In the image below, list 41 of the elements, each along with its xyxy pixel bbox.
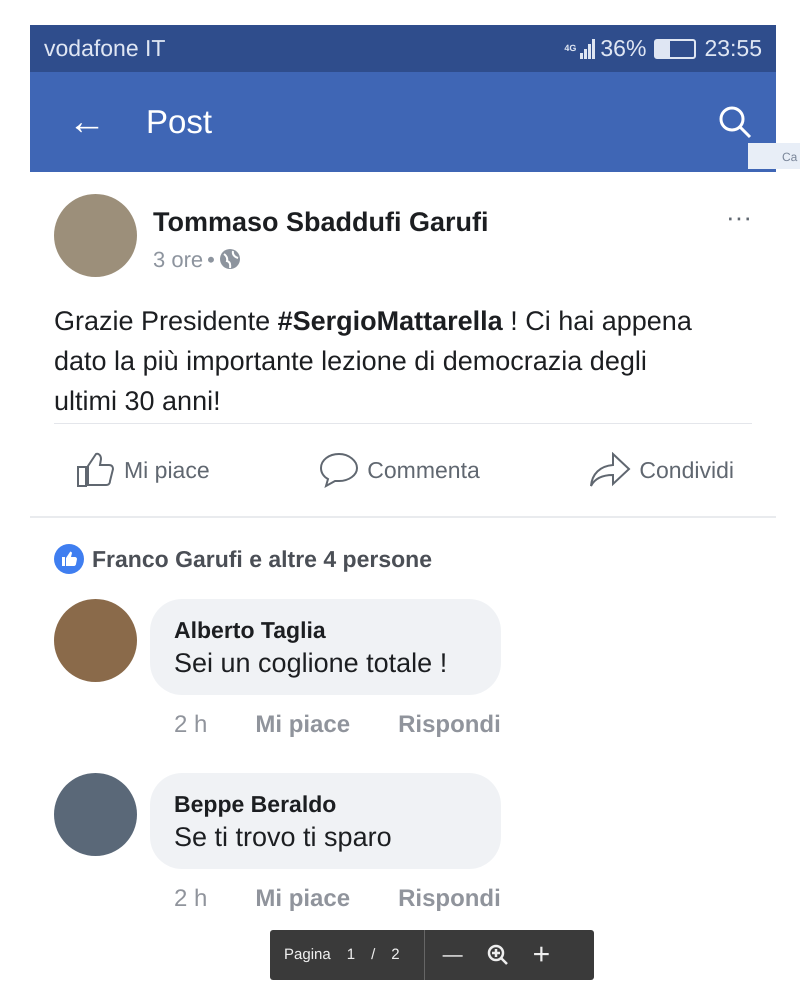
separator-dot: •	[207, 246, 215, 274]
comment-time: 2 h	[174, 710, 208, 740]
search-icon[interactable]	[718, 105, 752, 139]
comment-time: 2 h	[174, 884, 208, 914]
page-number[interactable]: 1	[346, 944, 356, 966]
author-name[interactable]: Tommaso Sbaddufi Garufi	[153, 202, 489, 242]
post-text: Grazie Presidente #SergioMattarella ! Ci hai appena dato la più importante lezione di democrazia degli ultimi 30 anni!	[53, 305, 693, 418]
clock: 23:55	[704, 34, 762, 64]
reply-link[interactable]: Rispondi	[398, 706, 501, 743]
back-button[interactable]: ←	[68, 103, 106, 141]
comment-action[interactable]: Commenta	[319, 452, 480, 488]
page-title: Post	[146, 102, 212, 142]
speech-bubble-icon	[319, 452, 360, 488]
like-link[interactable]: Mi piace	[255, 706, 350, 743]
like-link[interactable]: Mi piace	[255, 881, 350, 917]
zoom-icon[interactable]	[486, 944, 509, 966]
signal-icon	[580, 38, 596, 58]
cut-off-label: Ca	[748, 143, 800, 169]
carrier-name: vodafone IT	[44, 34, 166, 64]
zoom-in-button[interactable]: +	[532, 940, 550, 970]
more-options-button[interactable]: ···	[726, 198, 752, 237]
battery-percent: 36%	[600, 34, 646, 64]
page-slash: /	[371, 944, 376, 965]
comment-text: Se ti trovo ti sparo	[174, 821, 393, 854]
zoom-out-button[interactable]: —	[442, 940, 463, 970]
battery-icon	[654, 38, 696, 58]
page-label: Pagina	[284, 944, 331, 965]
network-type: 4G	[564, 44, 576, 53]
globe-icon	[218, 248, 241, 270]
reply-link[interactable]: Rispondi	[398, 881, 501, 917]
share-arrow-icon	[589, 452, 632, 488]
like-icon	[54, 544, 84, 574]
share-action[interactable]: Condividi	[589, 452, 734, 488]
page-total: 2	[391, 944, 400, 965]
comment-text: Sei un coglione totale !	[174, 647, 448, 680]
commenter-name[interactable]: Alberto Taglia	[174, 612, 477, 647]
commenter-name[interactable]: Beppe Beraldo	[174, 786, 477, 822]
post-time: 3 ore	[153, 246, 204, 274]
thumbs-up-icon	[76, 452, 116, 488]
like-action[interactable]: Mi piace	[76, 452, 210, 488]
reactions-summary[interactable]: Franco Garufi e altre 4 persone	[92, 542, 432, 576]
